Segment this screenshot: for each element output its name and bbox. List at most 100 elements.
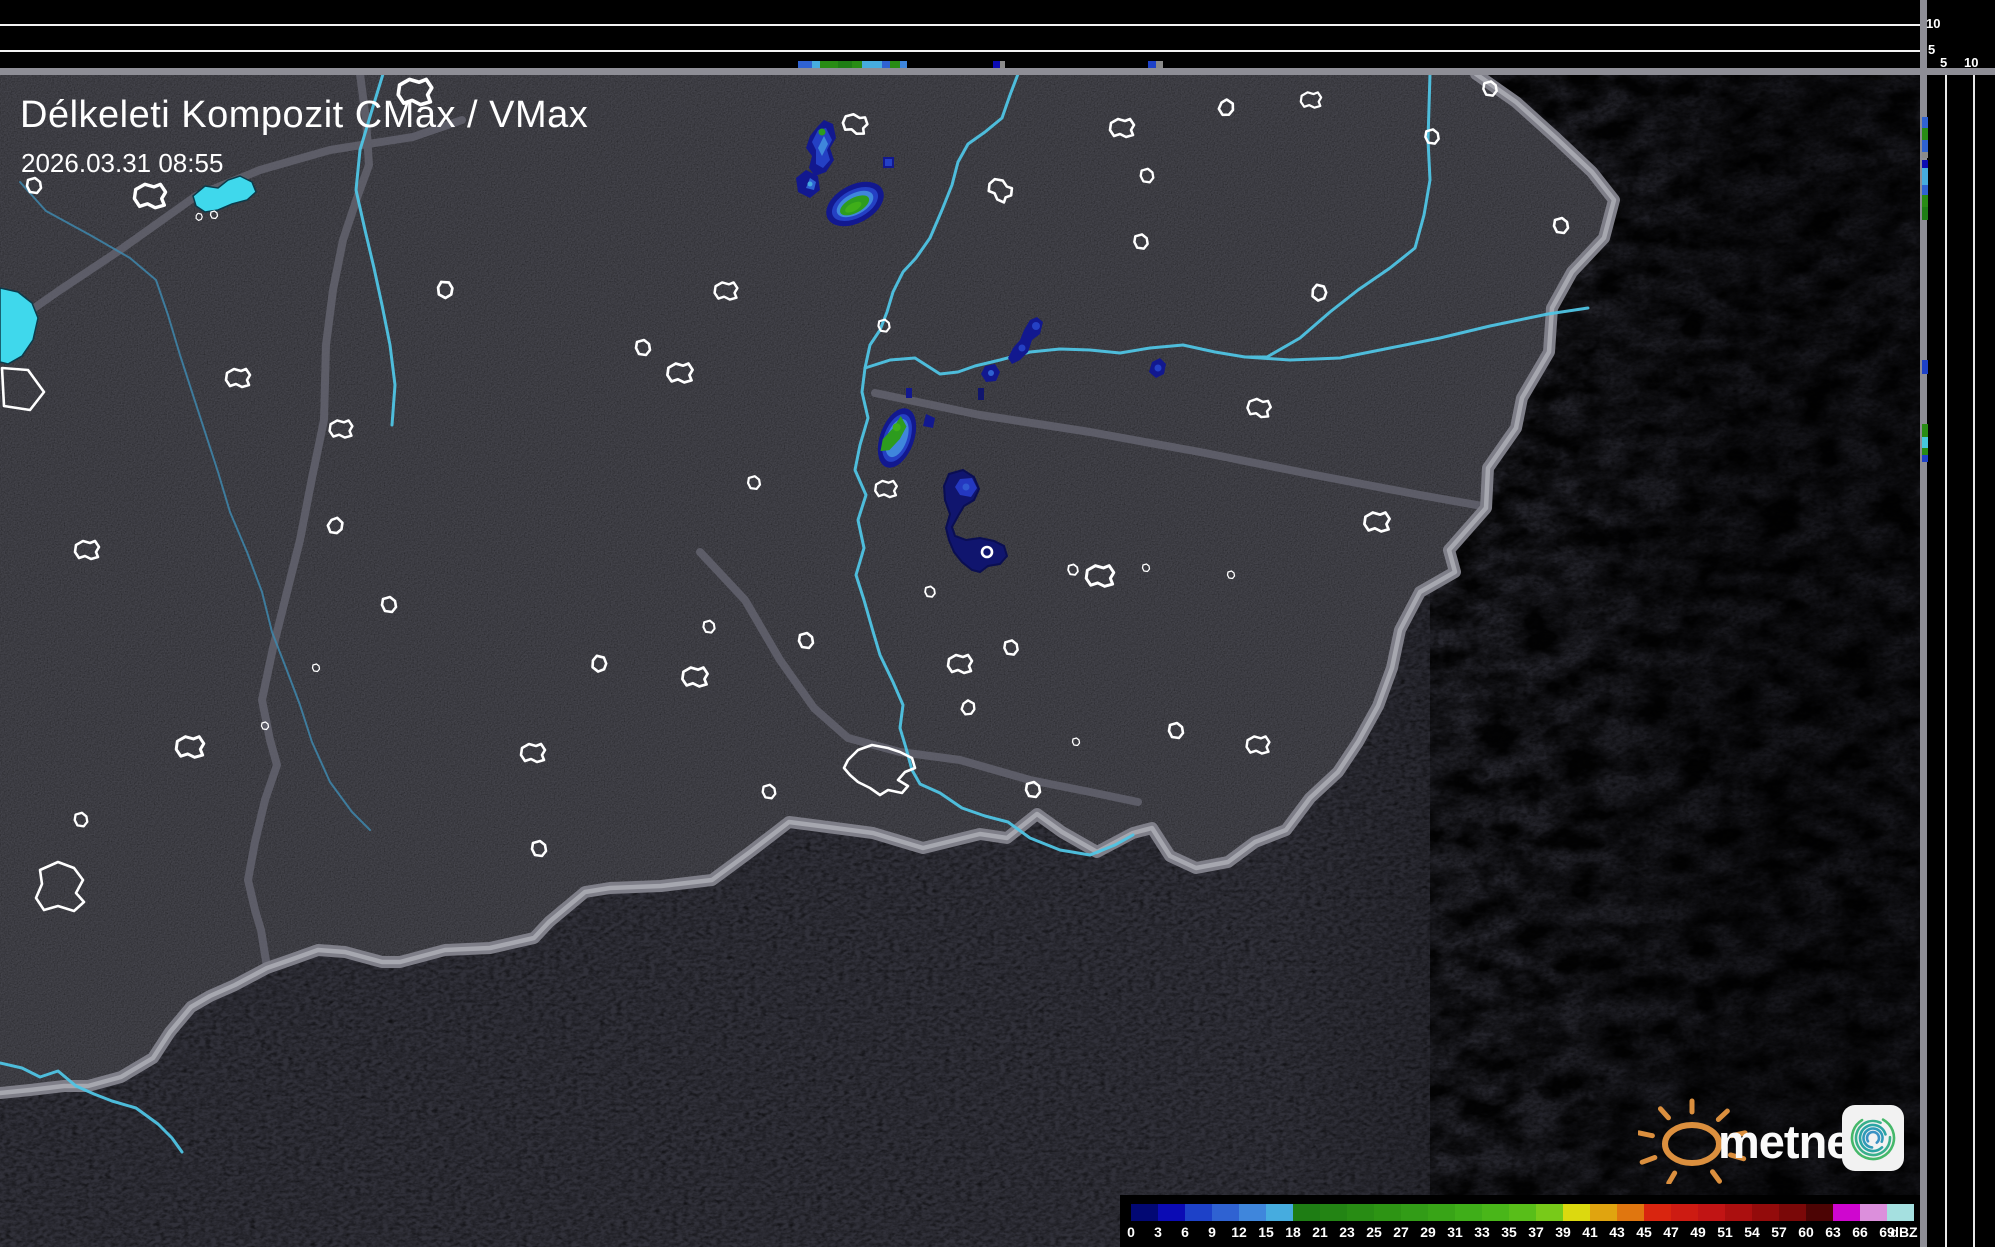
dbz-tick-27: 27 [1393,1224,1409,1240]
dbz-segment-23 [1347,1204,1374,1221]
dbz-tick-21: 21 [1312,1224,1328,1240]
top-profile-pixel [798,61,812,68]
dbz-tick-63: 63 [1825,1224,1841,1240]
dbz-tick-0: 0 [1127,1224,1135,1240]
right-profile-pixel [1922,160,1928,168]
dbz-color-scale: 0369121518212325272931333537394143454749… [1120,1195,1920,1247]
dbz-segment-6 [1185,1204,1212,1221]
dbz-tick-54: 54 [1744,1224,1760,1240]
dbz-tick-66: 66 [1852,1224,1868,1240]
dbz-segment-57 [1779,1204,1806,1221]
dbz-tick-45: 45 [1636,1224,1652,1240]
top-profile-pixel [1148,61,1156,68]
timestamp: 2026.03.31 08:55 [21,148,223,179]
sun-ray [1660,1109,1668,1118]
dbz-tick-29: 29 [1420,1224,1436,1240]
dbz-segment-54 [1752,1204,1779,1221]
dbz-tick-3: 3 [1154,1224,1162,1240]
right-profile-pixel [1922,424,1928,437]
right-profile-pixel [1922,437,1928,448]
top-profile-pixel [862,61,882,68]
dbz-segment-25 [1374,1204,1401,1221]
dbz-segment-49 [1698,1204,1725,1221]
dbz-segment-33 [1482,1204,1509,1221]
dbz-unit-label: dBZ [1890,1224,1917,1240]
dbz-tick-25: 25 [1366,1224,1382,1240]
top-profile-pixel [820,61,838,68]
dbz-segment-15 [1266,1204,1293,1221]
dbz-tick-47: 47 [1663,1224,1679,1240]
dbz-tick-9: 9 [1208,1224,1216,1240]
right-profile-pixel [1922,117,1928,128]
dbz-tick-60: 60 [1798,1224,1814,1240]
dbz-tick-6: 6 [1181,1224,1189,1240]
right-profile-pixel [1922,207,1928,220]
top-profile-pixel [838,61,852,68]
top-profile-pixel [1156,61,1163,68]
dbz-segment-41 [1590,1204,1617,1221]
top-profile-pixel [890,61,900,68]
dbz-segment-35 [1509,1204,1536,1221]
dbz-segment-0 [1131,1204,1158,1221]
dbz-segment-3 [1158,1204,1185,1221]
dbz-tick-12: 12 [1231,1224,1247,1240]
dbz-tick-57: 57 [1771,1224,1787,1240]
right-profile-pixel [1922,152,1928,158]
right-profile-pixel [1922,195,1928,207]
dbz-tick-33: 33 [1474,1224,1490,1240]
sun-ray [1639,1133,1653,1136]
radar-composite-screen: 10 5 5 10 [0,0,1995,1247]
dbz-tick-31: 31 [1447,1224,1463,1240]
dbz-tick-43: 43 [1609,1224,1625,1240]
top-profile-label-10: 10 [1926,17,1940,31]
dbz-segment-27 [1401,1204,1428,1221]
top-profile-pixel [812,61,820,68]
sun-ray [1713,1172,1720,1182]
dbz-segment-37 [1536,1204,1563,1221]
dbz-segment-63 [1833,1204,1860,1221]
right-profile-pixel [1922,448,1928,455]
top-profile-label-5: 5 [1928,43,1935,57]
dbz-segment-60 [1806,1204,1833,1221]
top-profile-pixel [993,61,1000,68]
dbz-tick-18: 18 [1285,1224,1301,1240]
right-profile-pixel [1922,185,1928,195]
dbz-tick-49: 49 [1690,1224,1706,1240]
sun-ray [1669,1173,1675,1183]
dbz-segment-45 [1644,1204,1671,1221]
top-profile-gridline-10km [0,24,1920,26]
top-profile-gridline-5km [0,50,1920,52]
dbz-color-bar [1131,1204,1914,1221]
right-profile-pixel [1922,140,1928,152]
right-profile-label-5: 5 [1940,56,1947,70]
horizontal-panel-divider [0,68,1995,75]
dbz-segment-21 [1320,1204,1347,1221]
dbz-tick-51: 51 [1717,1224,1733,1240]
top-profile-pixel [852,61,862,68]
dbz-segment-29 [1428,1204,1455,1221]
top-profile-pixel [882,61,890,68]
dbz-tick-15: 15 [1258,1224,1274,1240]
radar-map [0,75,1920,1247]
right-profile-label-10: 10 [1964,56,1978,70]
metnet-logo: metnet [1638,1098,1928,1184]
metnet-app-icon [1840,1102,1910,1176]
right-profile-gridline-5km [1945,75,1947,1247]
dbz-segment-9 [1212,1204,1239,1221]
dbz-tick-39: 39 [1555,1224,1571,1240]
right-profile-pixel [1922,455,1928,462]
dbz-segment-31 [1455,1204,1482,1221]
dbz-segment-51 [1725,1204,1752,1221]
sun-ray [1642,1158,1655,1163]
page-title: Délkeleti Kompozit CMax / VMax [20,94,588,137]
dbz-tick-35: 35 [1501,1224,1517,1240]
right-profile-pixel [1922,168,1928,185]
right-profile-gridline-10km [1973,75,1975,1247]
top-profile-pixel [1000,61,1005,68]
top-profile-pixel [900,61,907,68]
dbz-segment-69 [1887,1204,1914,1221]
dbz-tick-37: 37 [1528,1224,1544,1240]
dbz-segment-12 [1239,1204,1266,1221]
dbz-segment-66 [1860,1204,1887,1221]
right-profile-pixel [1922,360,1928,374]
